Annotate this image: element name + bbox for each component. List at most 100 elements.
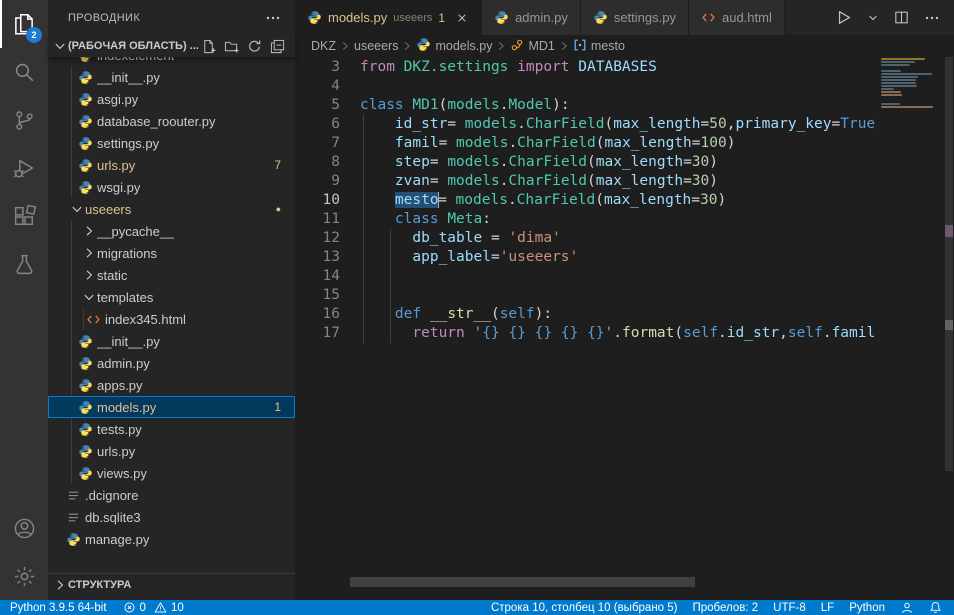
status-encoding[interactable]: UTF-8 xyxy=(773,602,806,614)
breadcrumb-item-mesto[interactable]: mesto xyxy=(573,38,625,55)
tree-item-urls.py[interactable]: urls.py xyxy=(48,440,295,462)
tree-item-label: database_roouter.py xyxy=(97,114,216,129)
status-eol[interactable]: LF xyxy=(821,602,834,614)
tree-item-wsgi.py[interactable]: wsgi.py xyxy=(48,176,295,198)
workspace-section-header[interactable]: (РАБОЧАЯ ОБЛАСТЬ) ... xyxy=(48,35,295,57)
line-number: 4 xyxy=(295,77,340,96)
status-feedback[interactable] xyxy=(900,601,914,615)
horizontal-scrollbar[interactable] xyxy=(350,577,695,587)
views-and-more-actions-icon[interactable] xyxy=(265,10,281,26)
tree-item-tests.py[interactable]: tests.py xyxy=(48,418,295,440)
run-dropdown-icon[interactable] xyxy=(867,12,879,24)
breadcrumb-label: MD1 xyxy=(528,39,554,53)
token: return xyxy=(412,325,464,341)
class-icon xyxy=(510,38,524,55)
activity-settings-gear[interactable] xyxy=(0,552,48,600)
tab-aud.html[interactable]: aud.html xyxy=(689,0,785,35)
token: = xyxy=(439,135,456,151)
token: {} xyxy=(535,325,552,341)
tree-item-urls.py[interactable]: urls.py7 xyxy=(48,154,295,176)
token: . xyxy=(718,325,727,341)
activity-run-debug[interactable] xyxy=(0,144,48,192)
minimap-line xyxy=(881,103,900,105)
code-text: app_label='useeers' xyxy=(360,248,578,267)
python-icon xyxy=(78,444,97,459)
field-icon xyxy=(573,38,587,55)
tree-item-admin.py[interactable]: admin.py xyxy=(48,352,295,374)
tab-label: models.py xyxy=(328,10,387,25)
line-number: 12 xyxy=(295,229,340,248)
tree-item-index345.html[interactable]: index345.html xyxy=(48,308,295,330)
breadcrumb-item-models.py[interactable]: models.py xyxy=(416,37,492,55)
tree-item-label: db.sqlite3 xyxy=(85,510,141,525)
token: models xyxy=(447,154,499,170)
tab-settings.py[interactable]: settings.py xyxy=(581,0,689,35)
token: ( xyxy=(587,154,596,170)
activity-search[interactable] xyxy=(0,48,48,96)
tree-item-db.sqlite3[interactable]: db.sqlite3 xyxy=(48,506,295,528)
minimap[interactable] xyxy=(878,57,944,600)
tab-admin.py[interactable]: admin.py xyxy=(482,0,581,35)
breadcrumb-item-useeers[interactable]: useeers xyxy=(354,39,398,53)
minimap-line xyxy=(881,70,901,72)
tree-item-settings.py[interactable]: settings.py xyxy=(48,132,295,154)
tree-item-views.py[interactable]: views.py xyxy=(48,462,295,484)
line-number: 7 xyxy=(295,134,340,153)
tree-item-asgi.py[interactable]: asgi.py xyxy=(48,88,295,110)
status-cursor-position[interactable]: Строка 10, столбец 10 (выбрано 5) xyxy=(491,602,678,614)
token: CharField xyxy=(517,135,596,151)
collapse-all-icon[interactable] xyxy=(270,39,285,54)
activity-accounts[interactable] xyxy=(0,504,48,552)
run-icon[interactable] xyxy=(834,8,853,27)
activity-explorer[interactable]: 2 xyxy=(0,0,48,48)
activity-testing[interactable] xyxy=(0,240,48,288)
breadcrumb-item-MD1[interactable]: MD1 xyxy=(510,38,554,55)
code-area[interactable]: 3from DKZ.settings import DATABASES45cla… xyxy=(295,57,878,600)
split-editor-icon[interactable] xyxy=(893,9,910,26)
line-number: 16 xyxy=(295,305,340,324)
code-text: class MD1(models.Model): xyxy=(360,96,570,115)
tree-item-migrations[interactable]: migrations xyxy=(48,242,295,264)
code-text: db_table = 'dima' xyxy=(360,229,561,248)
extensions-icon xyxy=(12,204,37,229)
outline-section-header[interactable]: СТРУКТУРА xyxy=(48,573,295,595)
token: max_length xyxy=(604,135,691,151)
tree-item-database_roouter.py[interactable]: database_roouter.py xyxy=(48,110,295,132)
tree-item-indexelement[interactable]: indexelement xyxy=(48,57,295,66)
tree-item-.dcignore[interactable]: .dcignore xyxy=(48,484,295,506)
token: = xyxy=(430,173,447,189)
tree-item-__init__.py[interactable]: __init__.py xyxy=(48,66,295,88)
tree-item-__init__.py[interactable]: __init__.py xyxy=(48,330,295,352)
new-file-icon[interactable] xyxy=(201,39,216,54)
status-notifications[interactable] xyxy=(929,601,942,614)
breadcrumb-item-DKZ[interactable]: DKZ xyxy=(311,39,336,53)
status-python-version[interactable]: Python 3.9.5 64-bit xyxy=(10,602,107,614)
code-text: famil= models.CharField(max_length=100) xyxy=(360,134,735,153)
breadcrumb-label: mesto xyxy=(591,39,625,53)
tree-item-useeers[interactable]: useeers● xyxy=(48,198,295,220)
code-editor[interactable]: 3from DKZ.settings import DATABASES45cla… xyxy=(295,57,954,600)
tab-models.py[interactable]: models.pyuseeers1 xyxy=(295,0,482,35)
status-problems[interactable]: 010 xyxy=(123,601,184,614)
tree-item-models.py[interactable]: models.py1 xyxy=(48,396,295,418)
tree-item-label: __init__.py xyxy=(97,334,160,349)
tree-item-__pycache__[interactable]: __pycache__ xyxy=(48,220,295,242)
close-icon[interactable] xyxy=(455,11,469,25)
activity-extensions[interactable] xyxy=(0,192,48,240)
activity-source-control[interactable] xyxy=(0,96,48,144)
token: class xyxy=(360,97,404,113)
scrollbar-slider[interactable] xyxy=(945,57,953,471)
vertical-scrollbar[interactable] xyxy=(944,57,954,600)
refresh-icon[interactable] xyxy=(247,39,262,54)
status-language-mode[interactable]: Python xyxy=(849,602,885,614)
tree-item-apps.py[interactable]: apps.py xyxy=(48,374,295,396)
token: ' xyxy=(474,325,483,341)
new-folder-icon[interactable] xyxy=(224,39,239,54)
tree-item-templates[interactable]: templates xyxy=(48,286,295,308)
tree-item-manage.py[interactable]: manage.py xyxy=(48,528,295,550)
status-indentation[interactable]: Пробелов: 2 xyxy=(693,602,759,614)
tree-item-static[interactable]: static xyxy=(48,264,295,286)
minimap-line xyxy=(881,73,932,75)
more-actions-icon[interactable] xyxy=(924,10,940,26)
token xyxy=(465,325,474,341)
